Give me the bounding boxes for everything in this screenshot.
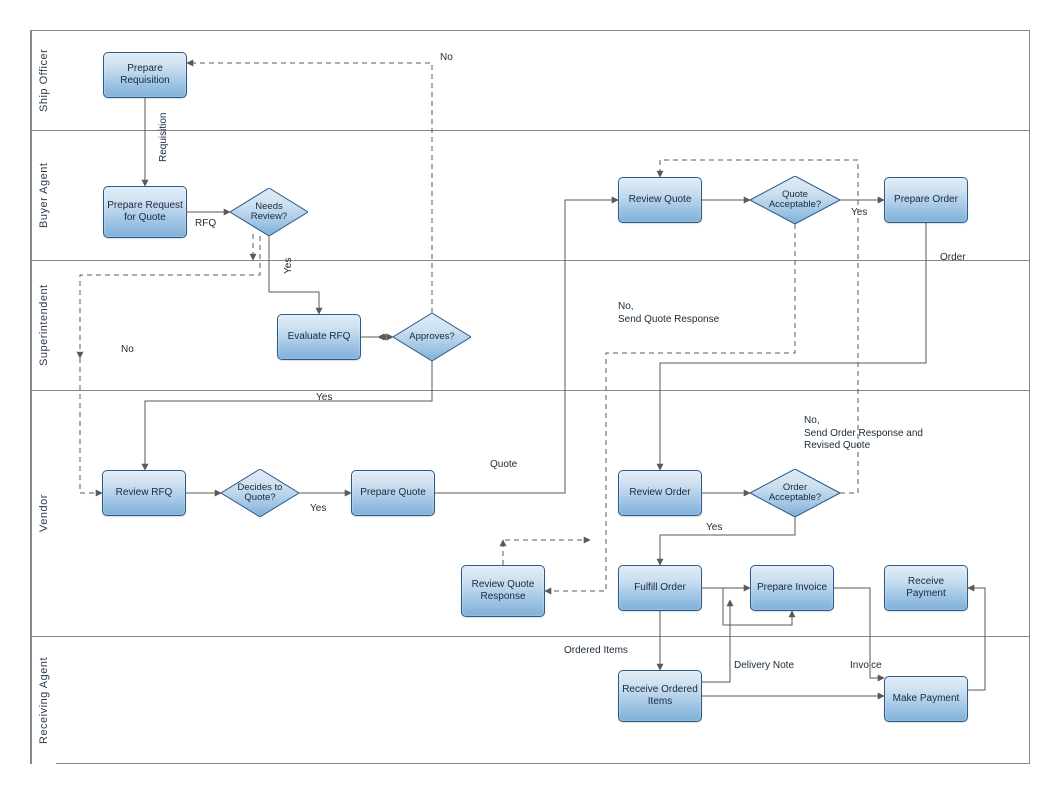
- proc-fulfill-order: Fulfill Order: [618, 565, 702, 611]
- proc-receive-payment: Receive Payment: [884, 565, 968, 611]
- lane-label-buyer-agent: Buyer Agent: [31, 131, 56, 260]
- lane-label-receiving-agent: Receiving Agent: [31, 637, 56, 764]
- dec-quote-acceptable: Quote Acceptable?: [750, 176, 840, 224]
- label-yes-quote-acc: Yes: [851, 207, 867, 220]
- label-yes-vert: Yes: [283, 244, 296, 274]
- lane-receiving-agent: Receiving Agent: [31, 637, 1029, 764]
- label-yes-approves: Yes: [316, 392, 332, 405]
- proc-review-order: Review Order: [618, 470, 702, 516]
- label-no-approves-left: No: [121, 344, 134, 357]
- lane-superintendent: Superintendent: [31, 261, 1029, 391]
- lane-label-superintendent: Superintendent: [31, 261, 56, 390]
- label-no-send-order: No, Send Order Response and Revised Quot…: [804, 415, 923, 453]
- proc-prepare-quote: Prepare Quote: [351, 470, 435, 516]
- dec-order-acceptable: Order Acceptable?: [750, 469, 840, 517]
- proc-review-quote: Review Quote: [618, 177, 702, 223]
- label-no-send-quote: No, Send Quote Response: [618, 301, 719, 326]
- label-yes-decides: Yes: [310, 503, 326, 516]
- label-rfq: RFQ: [195, 218, 216, 231]
- diagram-canvas: Ship Officer Buyer Agent Superintendent …: [0, 0, 1056, 794]
- label-no-top: No: [440, 52, 453, 65]
- dec-label: Approves?: [403, 332, 460, 342]
- proc-evaluate-rfq: Evaluate RFQ: [277, 314, 361, 360]
- lane-label-vendor: Vendor: [31, 391, 56, 636]
- dec-label: Order Acceptable?: [750, 483, 840, 504]
- proc-make-payment: Make Payment: [884, 676, 968, 722]
- proc-prepare-order: Prepare Order: [884, 177, 968, 223]
- label-order: Order: [940, 252, 966, 265]
- lane-label-ship-officer: Ship Officer: [31, 31, 56, 130]
- dec-label: Needs Review?: [230, 202, 308, 223]
- dec-label: Quote Acceptable?: [750, 190, 840, 211]
- proc-prepare-invoice: Prepare Invoice: [750, 565, 834, 611]
- dec-approves: Approves?: [393, 313, 471, 361]
- label-quote: Quote: [490, 459, 517, 472]
- label-requisition-vert: Requisition: [158, 108, 171, 162]
- label-invoice: Invoice: [850, 660, 882, 673]
- label-yes-order-acc: Yes: [706, 522, 722, 535]
- proc-receive-ordered-items: Receive Ordered Items: [618, 670, 702, 722]
- proc-prepare-rfq: Prepare Request for Quote: [103, 186, 187, 238]
- proc-prepare-requisition: Prepare Requisition: [103, 52, 187, 98]
- dec-needs-review: Needs Review?: [230, 188, 308, 236]
- dec-decides-to-quote: Decides to Quote?: [221, 469, 299, 517]
- dec-label: Decides to Quote?: [221, 483, 299, 504]
- label-delivery-note: Delivery Note: [734, 660, 794, 673]
- proc-review-rfq: Review RFQ: [102, 470, 186, 516]
- swimlane-container: Ship Officer Buyer Agent Superintendent …: [30, 30, 1030, 764]
- label-ordered-items: Ordered Items: [564, 645, 628, 658]
- proc-review-quote-response: Review Quote Response: [461, 565, 545, 617]
